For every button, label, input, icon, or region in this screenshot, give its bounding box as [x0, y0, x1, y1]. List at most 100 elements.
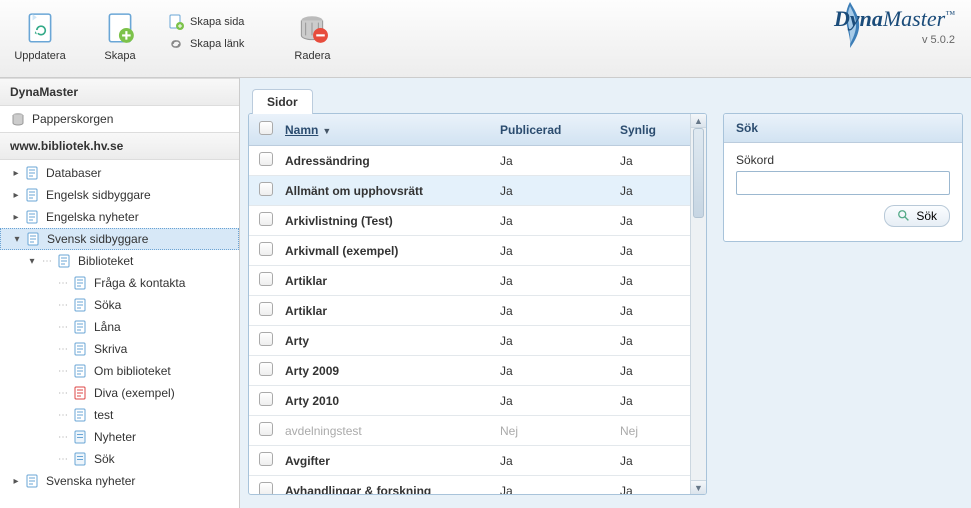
- search-panel-title: Sök: [724, 114, 962, 143]
- col-header-pub[interactable]: Publicerad: [500, 123, 620, 137]
- table-row[interactable]: Arty 2010JaJa: [249, 386, 690, 416]
- scroll-down-icon[interactable]: ▼: [691, 480, 706, 494]
- cell-pub: Ja: [500, 154, 620, 168]
- page-icon: [25, 231, 41, 247]
- tree-toggle-icon[interactable]: ▸: [10, 168, 22, 179]
- cell-vis: Ja: [620, 334, 680, 348]
- row-checkbox[interactable]: [259, 362, 273, 376]
- cell-pub: Ja: [500, 484, 620, 496]
- tree-item[interactable]: ⋯Sök: [0, 448, 239, 470]
- cell-vis: Ja: [620, 304, 680, 318]
- tree-dots: ⋯: [56, 366, 70, 377]
- row-checkbox[interactable]: [259, 152, 273, 166]
- row-checkbox[interactable]: [259, 392, 273, 406]
- search-button[interactable]: Sök: [884, 205, 950, 227]
- cell-name: Arkivmall (exempel): [285, 244, 500, 258]
- cell-name: Adressändring: [285, 154, 500, 168]
- tree-toggle-icon[interactable]: ▸: [10, 476, 22, 487]
- tree-item[interactable]: ⋯Låna: [0, 316, 239, 338]
- row-checkbox[interactable]: [259, 422, 273, 436]
- page-icon: [72, 341, 88, 357]
- table-row[interactable]: ArtiklarJaJa: [249, 266, 690, 296]
- cell-pub: Ja: [500, 274, 620, 288]
- table-row[interactable]: ArtiklarJaJa: [249, 296, 690, 326]
- table-row[interactable]: ArtyJaJa: [249, 326, 690, 356]
- content-area: Sidor Namn▼ Publicerad Synlig Adressändr…: [240, 78, 971, 508]
- scroll-up-icon[interactable]: ▲: [691, 114, 706, 128]
- trash-icon: [10, 111, 26, 127]
- tree-dots: ⋯: [56, 410, 70, 421]
- table-row[interactable]: avdelningstestNejNej: [249, 416, 690, 446]
- scroll-thumb[interactable]: [693, 128, 704, 218]
- cell-vis: Ja: [620, 454, 680, 468]
- cell-pub: Ja: [500, 214, 620, 228]
- tree-item-label: Låna: [94, 320, 121, 334]
- tree-item[interactable]: ⋯Diva (exempel): [0, 382, 239, 404]
- tree-toggle-icon[interactable]: ▸: [10, 212, 22, 223]
- cell-pub: Ja: [500, 334, 620, 348]
- col-header-name[interactable]: Namn▼: [285, 123, 500, 137]
- cell-vis: Ja: [620, 244, 680, 258]
- update-button[interactable]: Uppdatera: [0, 8, 80, 66]
- tree-item[interactable]: ⋯Om biblioteket: [0, 360, 239, 382]
- table-row[interactable]: Arkivmall (exempel)JaJa: [249, 236, 690, 266]
- col-header-vis[interactable]: Synlig: [620, 123, 680, 137]
- row-checkbox[interactable]: [259, 332, 273, 346]
- tab-sidor[interactable]: Sidor: [252, 89, 313, 114]
- tree-item[interactable]: ⋯Nyheter: [0, 426, 239, 448]
- cell-name: Arkivlistning (Test): [285, 214, 500, 228]
- row-checkbox[interactable]: [259, 212, 273, 226]
- page-plus-icon: [168, 14, 184, 30]
- sidebar: DynaMaster Papperskorgen www.bibliotek.h…: [0, 78, 240, 508]
- tree-item[interactable]: ⋯Fråga & kontakta: [0, 272, 239, 294]
- row-checkbox[interactable]: [259, 182, 273, 196]
- tree-item[interactable]: ⋯Skriva: [0, 338, 239, 360]
- tree-item[interactable]: ▸Databaser: [0, 162, 239, 184]
- row-checkbox[interactable]: [259, 272, 273, 286]
- table-row[interactable]: AdressändringJaJa: [249, 146, 690, 176]
- pages-table-panel: Namn▼ Publicerad Synlig AdressändringJaJ…: [248, 113, 707, 495]
- table-row[interactable]: Allmänt om upphovsrättJaJa: [249, 176, 690, 206]
- magnifier-icon: [897, 209, 911, 223]
- tree-item[interactable]: ⋯test: [0, 404, 239, 426]
- tree-dots: ⋯: [56, 454, 70, 465]
- cell-name: Avhandlingar & forskning: [285, 484, 500, 496]
- table-row[interactable]: Avhandlingar & forskningJaJa: [249, 476, 690, 495]
- tree-item[interactable]: ▸Svenska nyheter: [0, 470, 239, 492]
- cell-name: avdelningstest: [285, 424, 500, 438]
- sidebar-section-dynamaster: DynaMaster: [0, 78, 239, 106]
- create-link-button[interactable]: Skapa länk: [168, 36, 244, 52]
- sidebar-item-trash[interactable]: Papperskorgen: [0, 106, 239, 132]
- cell-vis: Ja: [620, 364, 680, 378]
- tree-item[interactable]: ▸Engelska nyheter: [0, 206, 239, 228]
- table-row[interactable]: Arty 2009JaJa: [249, 356, 690, 386]
- row-checkbox[interactable]: [259, 452, 273, 466]
- tree-item[interactable]: ▾⋯Biblioteket: [0, 250, 239, 272]
- tree-item-label: Diva (exempel): [94, 386, 175, 400]
- cell-pub: Nej: [500, 424, 620, 438]
- table-row[interactable]: AvgifterJaJa: [249, 446, 690, 476]
- create-page-button[interactable]: Skapa sida: [168, 14, 244, 30]
- tree-item-label: Söka: [94, 298, 121, 312]
- tree-item-label: Biblioteket: [78, 254, 133, 268]
- tree-toggle-icon[interactable]: ▾: [26, 256, 38, 267]
- tree-item[interactable]: ▾Svensk sidbyggare: [0, 228, 239, 250]
- row-checkbox[interactable]: [259, 302, 273, 316]
- select-all-checkbox[interactable]: [259, 121, 273, 135]
- cell-pub: Ja: [500, 364, 620, 378]
- delete-button[interactable]: Radera: [272, 8, 352, 66]
- row-checkbox[interactable]: [259, 242, 273, 256]
- create-button[interactable]: Skapa: [80, 8, 160, 66]
- tree-toggle-icon[interactable]: ▾: [11, 234, 23, 245]
- tree-item[interactable]: ▸Engelsk sidbyggare: [0, 184, 239, 206]
- cell-name: Avgifter: [285, 454, 500, 468]
- search-input[interactable]: [736, 171, 950, 195]
- logo-text: DynaMaster™: [834, 6, 955, 32]
- tree-toggle-icon[interactable]: ▸: [10, 190, 22, 201]
- tree-item[interactable]: ⋯Söka: [0, 294, 239, 316]
- table-row[interactable]: Arkivlistning (Test)JaJa: [249, 206, 690, 236]
- cell-name: Arty 2009: [285, 364, 500, 378]
- table-scrollbar[interactable]: ▲ ▼: [690, 114, 706, 494]
- row-checkbox[interactable]: [259, 482, 273, 495]
- page-icon: [24, 165, 40, 181]
